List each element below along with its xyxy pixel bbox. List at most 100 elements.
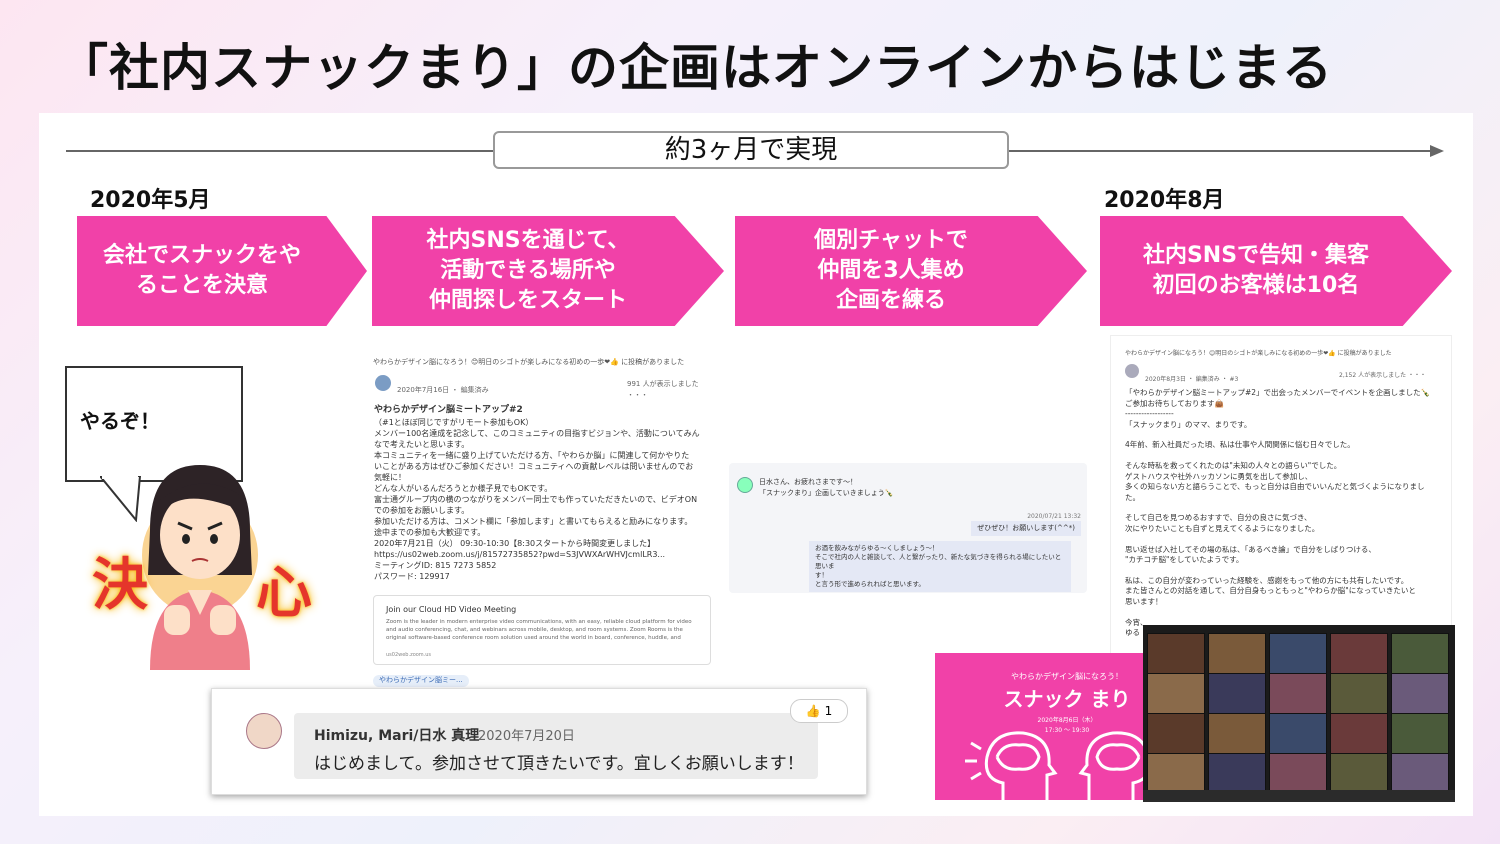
video-tile [1391,673,1449,715]
video-tile [1330,753,1388,795]
video-tile [1269,753,1327,795]
post-line: また皆さんとの対話を通して、自分自身もっともっと"やわらか脳"になっていきたいと [1125,586,1416,596]
post-line: どんな人がいるんだろうとか様子見でもOKです。 [374,484,553,493]
like-count: 1 [824,704,833,718]
post-line: なで考えたいと思います。 [374,440,470,449]
video-tile [1330,673,1388,715]
video-tile [1208,633,1266,675]
post-line: 4年前、新入社員だった頃、私は仕事や人間関係に悩む日々でした。 [1125,440,1355,450]
end-date: 2020年8月 [1104,188,1225,213]
step-arrow-1: 会社でスナックをや ることを決意 [77,216,367,326]
post-line: 富士通グループ内の横のつながりをメンバー同士でも作っていただきたいので、ビデオO… [374,495,698,504]
post-line: ご参加お待ちしております👜 [1125,398,1224,408]
comment-bubble: Himizu, Mari/日水 真理 2020年7月20日 はじめまして。参加さ… [294,713,818,779]
determined-woman-illustration [142,465,258,670]
video-tile [1330,713,1388,755]
step-arrow-3: 個別チャットで 仲間を3人集め 企画を練る [735,216,1087,326]
step-text: 会社でスナックをや ることを決意 [102,243,301,298]
post-line [1125,608,1445,618]
post-line: メンバー100名達成を記念して、このコミュニティの目指すビジョンや、活動について… [374,429,700,438]
sns-post-screenshot-1: やわらかデザイン脳になろう！😊明日のシゴトが楽しみになる初めの一歩❤👍 に投稿が… [365,345,715,687]
post-line [1125,566,1445,576]
link-card-title: Join our Cloud HD Video Meeting [386,605,517,614]
step-text: 社内SNSで告知・集客 初回のお客様は10名 [1142,243,1370,298]
step-text: 個別チャットで 仲間を3人集め 企画を練る [814,228,968,313]
commenter-avatar [246,713,282,749]
avatar [737,477,753,493]
post-line: "カチコチ脳"をしていたようです。 [1125,555,1244,565]
video-tile [1269,673,1327,715]
link-card[interactable]: Join our Cloud HD Video Meeting Zoom is … [373,595,711,665]
speech-text: やるぞ！ [80,409,160,433]
post-meta: 2020年7月16日 ・ 編集済み [397,386,489,394]
post-line: 本コミュニティを一緒に盛り上げていただける方、「やわらか脳」に関連して何かやりた [374,451,690,460]
page-title: 「社内スナックまり」の企画はオンラインからはじまる [58,39,1333,97]
link-card-body: Zoom is the leader in modern enterprise … [386,619,692,641]
post-line: 多くの知らない方と語らうことで、もっと自分は自由でいいんだと気づくようになりまし [1125,482,1425,492]
chat-message-1: 日水さん、お疲れさまです～！ 「スナックまり」企画していきましょう🍾 [759,478,894,497]
post-line: https://us02web.zoom.us/j/81572735852?pw… [374,550,666,559]
step-arrow-2: 社内SNSを通じて、 活動できる場所や 仲間探しをスタート [372,216,724,326]
post-line: 気軽に！ [374,473,406,482]
brain-heads-icon [965,731,1171,801]
post-line [1125,430,1445,440]
post-line: ------------------ [1125,409,1174,419]
post-line: （#1とほぼ同じですがリモート参加もOK） [374,418,534,427]
post-line [1125,535,1445,545]
post-views: 2,152 人が表示しました ・・・ [1339,372,1426,379]
link-card-url: us02web.zoom.us [386,652,432,658]
video-tile [1208,673,1266,715]
video-tile [1269,633,1327,675]
post-line: での参加をお願いします。 [374,506,470,515]
timeline-label: 約3ヶ月で実現 [493,131,1009,169]
like-reaction-button[interactable]: 👍 1 [790,699,848,723]
video-tile [1147,753,1205,795]
post-header: やわらかデザイン脳になろう！😊明日のシゴトが楽しみになる初めの一歩❤👍 に投稿が… [373,358,685,366]
community-tag[interactable]: やわらかデザイン脳ミー... [373,675,469,687]
post-line: ミーティングID: 815 7273 5852 [374,561,497,570]
comment-date: 2020年7月20日 [478,729,575,744]
video-tile [1147,633,1205,675]
post-line: 2020年7月21日（火） 09:30-10:30【8:30スタートから時間変更… [374,539,656,548]
video-tile [1330,633,1388,675]
post-line: 次にやりたいことも自ずと見えてくるようになりました。 [1125,523,1320,533]
post-body: （#1とほぼ同じですがリモート参加もOK） メンバー100名達成を記念して、このコ… [374,417,714,582]
comment-text: はじめまして。参加させて頂きたいです。宜しくお願いします！ [314,754,804,774]
chat-screenshot: 日水さん、お疲れさまです～！ 「スナックまり」企画していきましょう🍾 2020/… [729,463,1087,593]
post-line: ゲストハウスや社外ハッカソンに勇気を出して参加し、 [1125,471,1313,481]
video-tile [1208,713,1266,755]
video-tile [1391,753,1449,795]
commenter-name: Himizu, Mari/日水 真理 [314,728,480,744]
chat-message-3: お酒を飲みながらゆる～くしましょう～！ そこで社内の人と雑談して、人と繋がったり… [809,541,1071,592]
post-line: そして自己を見つめるおすすで、自分の良さに気づき、 [1125,513,1312,523]
post-body: 「やわらかデザイン脳ミートアップ#2」で出会ったメンバーでイベントを企画しました… [1125,388,1445,639]
video-tile [1391,633,1449,675]
step-text: 社内SNSを通じて、 活動できる場所や 仲間探しをスタート [426,228,630,313]
avatar [1125,364,1139,378]
post-line: いことがある方はぜひご参加ください！コミュニティへの貢献レベルは問いませんのでお [374,462,694,471]
post-line: 途中までの参加も大歓迎です。 [374,528,486,537]
meeting-toolbar [1143,790,1455,802]
video-meeting-screenshot [1143,625,1455,802]
timeline-arrowhead [1430,145,1444,157]
post-heading: やわらかデザイン脳ミートアップ#2 [374,405,523,415]
post-line: 思います！ [1125,596,1163,606]
post-line: た。 [1125,492,1140,502]
post-line: 参加いただける方は、コメント欄に「参加します」と書いてもらえると励みになります。 [374,517,693,526]
post-line: 思い返せば入社してその場の私は、「あるべき論」で自分をしばりつける、 [1125,544,1376,554]
video-tile [1147,713,1205,755]
post-line: 私は、この自分が変わっていった経験を、感謝をもって他の方にも共有したいです。 [1125,575,1409,585]
thumbs-up-icon: 👍 [805,704,821,718]
video-tile [1391,713,1449,755]
step-arrow-4: 社内SNSで告知・集客 初回のお客様は10名 [1100,216,1452,326]
sns-post-screenshot-2: やわらかデザイン脳になろう！😊明日のシゴトが楽しみになる初めの一歩❤👍 に投稿が… [1110,335,1452,657]
post-line: パスワード: 129917 [374,572,450,581]
post-line [1125,451,1445,461]
post-line [1125,503,1445,513]
post-views: 991 人が表示しました ・・・ [627,380,699,399]
chat-message-2: ぜひぜひ！お願いします(^^*) [971,521,1081,536]
comment-card: Himizu, Mari/日水 真理 2020年7月20日 はじめまして。参加さ… [211,688,867,795]
post-line: そんな時私を救ってくれたのは"未知の人々との語らい"でした。 [1125,460,1342,470]
video-tile [1208,753,1266,795]
video-tile [1147,673,1205,715]
